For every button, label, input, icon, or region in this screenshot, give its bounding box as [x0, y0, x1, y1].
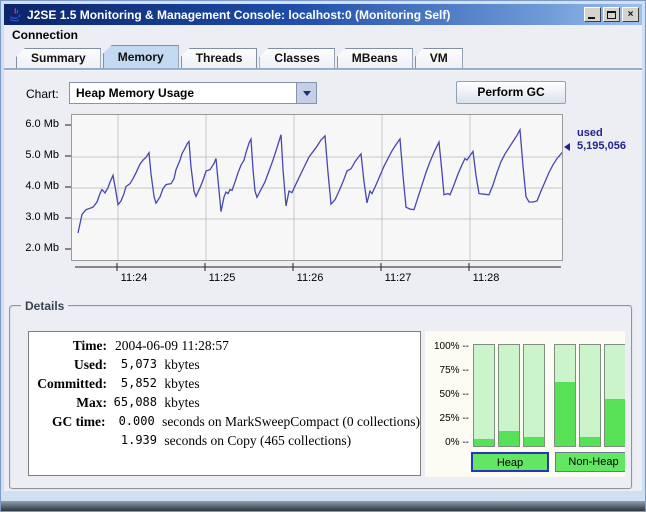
memory-pool-bar — [498, 344, 520, 447]
memory-pool-bar-fill — [580, 437, 600, 446]
heap-button[interactable]: Heap — [471, 452, 549, 472]
x-tick-label: 11:26 — [290, 272, 330, 286]
heap-usage-chart — [71, 114, 563, 261]
series-line-used — [78, 130, 563, 233]
tab-threads[interactable]: Threads — [181, 48, 258, 68]
maximize-icon — [607, 11, 616, 19]
maximize-button[interactable] — [603, 7, 620, 22]
detail-label: Time: — [29, 336, 107, 355]
chart-select-label: Chart: — [26, 87, 59, 101]
x-tick-label: 11:25 — [202, 272, 242, 286]
detail-value: kbytes — [161, 355, 200, 374]
detail-label: Max: — [29, 393, 107, 412]
memory-pool-bar-fill — [474, 439, 494, 446]
y-tick-label: 4.0 Mb — [17, 180, 59, 194]
detail-label: Committed: — [29, 374, 107, 393]
tab-memory[interactable]: Memory — [103, 45, 179, 68]
detail-number: 5,073 — [111, 355, 157, 374]
close-icon: × — [628, 10, 634, 20]
perform-gc-button[interactable]: Perform GC — [456, 81, 566, 104]
percent-scale-label: 100% -- — [429, 341, 469, 352]
memory-pool-bar-fill — [555, 382, 575, 446]
detail-value: seconds on MarkSweepCompact (0 collectio… — [159, 412, 420, 431]
close-button[interactable]: × — [622, 7, 639, 22]
detail-label: GC time: — [29, 412, 106, 431]
y-tick-label: 3.0 Mb — [17, 211, 59, 225]
chevron-down-icon — [303, 91, 311, 100]
percent-scale-label: 75% -- — [429, 365, 469, 376]
legend-series-name: used — [577, 127, 626, 140]
current-value-marker-icon — [560, 143, 570, 151]
percent-scale-label: 0% -- — [429, 437, 469, 448]
memory-pools-panel: Heap Non-Heap 100% -- 75% -- 50% -- 25% -- 0… — [425, 331, 625, 477]
minimize-button[interactable] — [584, 7, 601, 22]
tab-summary[interactable]: Summary — [16, 48, 101, 68]
y-tick-label: 6.0 Mb — [17, 118, 59, 132]
memory-pool-bar-fill — [605, 399, 625, 446]
y-tick-label: 2.0 Mb — [17, 242, 59, 256]
chart-type-select[interactable]: Heap Memory Usage — [69, 82, 317, 104]
menu-connection[interactable]: Connection — [4, 25, 86, 45]
memory-pool-bar-fill — [524, 437, 544, 446]
memory-pool-bar — [473, 344, 495, 447]
chart-type-selected-value: Heap Memory Usage — [70, 83, 296, 103]
detail-number: 65,088 — [111, 393, 157, 412]
tab-bar: Summary Memory Threads Classes MBeans VM — [4, 45, 642, 68]
client-area: Connection Summary Memory Threads Classe… — [4, 25, 642, 491]
detail-label: Used: — [29, 355, 107, 374]
details-panel: Time: 2004-06-09 11:28:57 Used:5,073 kbyt… — [28, 331, 421, 476]
legend-current-value: 5,195,056 — [577, 140, 626, 153]
window-bottom-edge — [1, 501, 645, 511]
details-group: Details Time:2004-06-09 11:28:57 Used:5,… — [9, 305, 633, 490]
memory-pool-bar — [579, 344, 601, 447]
minimize-icon — [588, 17, 595, 19]
memory-pool-bar — [554, 344, 576, 447]
percent-scale-label: 50% -- — [429, 389, 469, 400]
detail-number: 1.939 — [111, 431, 157, 450]
menu-bar: Connection — [4, 25, 642, 45]
detail-value: kbytes — [161, 374, 200, 393]
x-tick-label: 11:27 — [378, 272, 418, 286]
tab-vm[interactable]: VM — [415, 48, 463, 68]
detail-value: seconds on Copy (465 collections) — [161, 431, 351, 450]
memory-pool-bar-fill — [499, 431, 519, 446]
tab-mbeans[interactable]: MBeans — [337, 48, 413, 68]
memory-pool-bar — [604, 344, 625, 447]
details-group-title: Details — [21, 299, 68, 313]
detail-value: 2004-06-09 11:28:57 — [115, 336, 229, 355]
tab-classes[interactable]: Classes — [259, 48, 334, 68]
x-tick-label: 11:28 — [466, 272, 506, 286]
memory-tab-panel: Chart: Heap Memory Usage Perform GC 6.0 … — [4, 68, 642, 491]
title-bar: J2SE 1.5 Monitoring & Management Console… — [4, 4, 642, 25]
y-tick-label: 5.0 Mb — [17, 149, 59, 163]
detail-value: kbytes — [161, 393, 200, 412]
chart-legend: used 5,195,056 — [577, 127, 626, 153]
window-title: J2SE 1.5 Monitoring & Management Console… — [27, 8, 580, 22]
percent-scale-label: 25% -- — [429, 413, 469, 424]
app-window: J2SE 1.5 Monitoring & Management Console… — [0, 0, 646, 512]
non-heap-button[interactable]: Non-Heap — [555, 452, 625, 472]
java-cup-icon — [7, 7, 23, 23]
detail-number: 0.000 — [110, 412, 155, 431]
memory-pool-bar — [523, 344, 545, 447]
detail-label — [29, 431, 107, 450]
combo-dropdown-button[interactable] — [296, 83, 316, 103]
x-tick-label: 11:24 — [114, 272, 154, 286]
detail-number: 5,852 — [111, 374, 157, 393]
